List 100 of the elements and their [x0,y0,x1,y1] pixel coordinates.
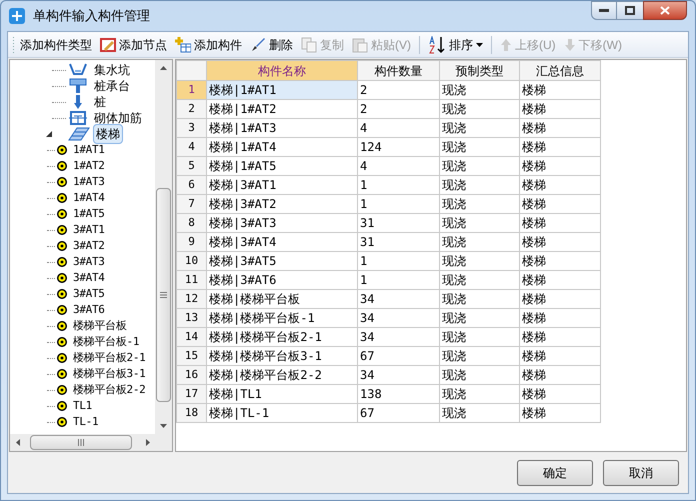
tree-item[interactable]: TL-1 [72,414,100,430]
dialog-button[interactable]: 取消 [603,460,679,486]
toolbar-button[interactable]: 添加构件 [172,34,245,56]
row-header[interactable]: 9 [176,232,206,252]
collapse-arrow-icon[interactable] [46,131,52,137]
tree-item[interactable]: 1#AT5 [72,206,106,222]
maximize-button[interactable] [617,1,643,20]
column-header[interactable]: 构件名称 [206,60,358,80]
toolbar-button[interactable]: 添加构件类型 [17,34,95,56]
table-cell: 34 [358,328,440,346]
gear-icon [56,256,68,268]
pit-icon [68,62,88,78]
table-cell: 楼梯 [520,214,600,232]
row-header[interactable]: 14 [176,328,206,346]
table-cell: 138 [358,384,440,404]
gear-icon [56,224,68,236]
tree-item[interactable]: 3#AT3 [72,254,106,270]
row-header[interactable]: 10 [176,252,206,270]
tree-item[interactable]: 楼梯平台板2-2 [72,382,146,398]
table-cell: 4 [358,118,440,138]
toolbar-button[interactable]: 添加节点 [97,34,170,56]
gear-icon [56,352,68,364]
toolbar-button[interactable]: 删除 [247,34,296,56]
gear-icon [56,176,68,188]
scroll-right-icon[interactable] [146,439,150,446]
scrollbar-thumb[interactable] [30,435,132,450]
tree-item[interactable]: 1#AT4 [72,190,106,206]
window-title: 单构件输入构件管理 [33,7,150,26]
row-header[interactable]: 6 [176,176,206,194]
tree-item[interactable]: 楼梯 [93,124,123,144]
tree-item[interactable]: 1#AT3 [72,174,106,190]
scrollbar-thumb[interactable] [156,188,171,402]
gear-icon [56,336,68,348]
row-header[interactable]: 15 [176,346,206,366]
tree-item[interactable]: 楼梯平台板2-1 [72,350,146,366]
column-header[interactable]: 预制类型 [440,60,520,80]
table-cell: 现浇 [440,366,520,384]
row-header[interactable]: 2 [176,100,206,118]
column-header[interactable]: 汇总信息 [520,60,600,80]
tree-item[interactable]: 楼梯平台板 [72,318,128,334]
gear-icon [56,160,68,172]
tree-item[interactable]: TL1 [72,398,93,414]
scroll-down-icon[interactable] [160,424,167,428]
table-cell: 楼梯 [520,232,600,252]
tree-item[interactable]: 1#AT2 [72,158,106,174]
row-header[interactable]: 18 [176,404,206,422]
table-cell: 楼梯 [520,328,600,346]
table-cell: 楼梯 [520,138,600,156]
table-cell: 现浇 [440,100,520,118]
row-header[interactable]: 12 [176,290,206,308]
close-button[interactable] [643,1,687,20]
tree-item[interactable]: 3#AT6 [72,302,106,318]
tree-item[interactable]: 楼梯平台板-1 [72,334,140,350]
tree-item[interactable]: 1#AT1 [72,142,106,158]
table-cell: 1 [358,270,440,290]
row-header[interactable]: 7 [176,194,206,214]
gear-icon [56,208,68,220]
table-cell: 4 [358,156,440,176]
column-header[interactable]: 构件数量 [358,60,440,80]
row-header[interactable]: 17 [176,384,206,404]
tree-item[interactable]: 3#AT4 [72,270,106,286]
table-cell: 1 [358,194,440,214]
tree-item[interactable]: 3#AT1 [72,222,106,238]
dialog-button[interactable]: 确定 [517,460,593,486]
tree-item[interactable]: 3#AT2 [72,238,106,254]
table-cell: 楼梯 [520,384,600,404]
row-header[interactable]: 3 [176,118,206,138]
row-header[interactable]: 16 [176,366,206,384]
table-cell: 67 [358,404,440,422]
table-cell: 现浇 [440,232,520,252]
table-cell: 67 [358,346,440,366]
table-cell: 楼梯 [520,270,600,290]
table-cell: 现浇 [440,252,520,270]
tree-item[interactable]: 3#AT5 [72,286,106,302]
row-header[interactable]: 1 [176,80,206,100]
row-header[interactable]: 5 [176,156,206,176]
table-cell: 现浇 [440,346,520,366]
row-header[interactable]: 8 [176,214,206,232]
table-cell: 楼梯|1#AT2 [206,100,358,118]
table-cell: 现浇 [440,176,520,194]
scroll-up-icon[interactable] [160,66,167,70]
table-cell: 现浇 [440,328,520,346]
table-cell: 现浇 [440,384,520,404]
table-cell: 楼梯 [520,346,600,366]
minimize-button[interactable] [591,1,617,20]
row-header[interactable]: 11 [176,270,206,290]
app-icon [9,8,25,24]
pile-cap-icon [68,78,88,94]
gear-icon [56,288,68,300]
scroll-left-icon[interactable] [16,439,20,446]
table-cell: 31 [358,232,440,252]
tree-item[interactable]: 楼梯平台板3-1 [72,366,146,382]
toolbar-button[interactable]: 排序 [425,34,486,56]
copy-icon [301,36,317,52]
gear-icon [56,240,68,252]
table-cell: 楼梯 [520,100,600,118]
table-cell: 楼梯|1#AT1 [206,80,358,100]
row-header[interactable]: 4 [176,138,206,156]
row-header[interactable]: 13 [176,308,206,328]
table-cell: 124 [358,138,440,156]
